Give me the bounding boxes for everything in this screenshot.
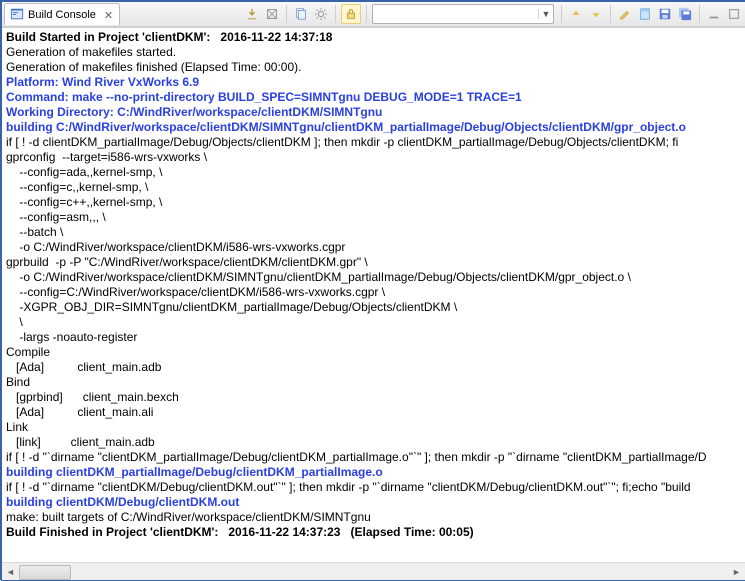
console-line: gprbuild -p -P "C:/WindRiver/workspace/c… <box>6 255 745 270</box>
settings-button[interactable] <box>312 5 330 23</box>
console-line: -largs -noauto-register <box>6 330 745 345</box>
console-line: if [ ! -d "`dirname "clientDKM/Debug/cli… <box>6 480 745 495</box>
console-line: -o C:/WindRiver/workspace/clientDKM/SIMN… <box>6 270 745 285</box>
console-line: [Ada] client_main.ali <box>6 405 745 420</box>
maximize-view-button[interactable] <box>725 5 743 23</box>
edit-button[interactable] <box>616 5 634 23</box>
console-line: if [ ! -d "`dirname "clientDKM_partialIm… <box>6 450 745 465</box>
copy-log-button[interactable] <box>292 5 310 23</box>
console-line: [Ada] client_main.adb <box>6 360 745 375</box>
console-line: --config=c,,kernel-smp, \ <box>6 180 745 195</box>
separator <box>366 5 367 23</box>
console-line: Working Directory: C:/WindRiver/workspac… <box>6 105 745 120</box>
console-icon <box>10 7 24 24</box>
separator <box>335 5 336 23</box>
minimize-view-button[interactable] <box>705 5 723 23</box>
console-line: Generation of makefiles started. <box>6 45 745 60</box>
console-line: make: built targets of C:/WindRiver/work… <box>6 510 745 525</box>
console-line: building clientDKM/Debug/clientDKM.out <box>6 495 745 510</box>
save-button[interactable] <box>656 5 674 23</box>
tab-build-console[interactable]: Build Console ✕ <box>4 3 120 25</box>
console-line: -XGPR_OBJ_DIR=SIMNTgnu/clientDKM_partial… <box>6 300 745 315</box>
clear-console-button[interactable] <box>263 5 281 23</box>
view-toolbar: Build Console ✕ ▼ <box>2 2 745 27</box>
console-line: Link <box>6 420 745 435</box>
console-line: Bind <box>6 375 745 390</box>
console-line: [gprbind] client_main.bexch <box>6 390 745 405</box>
up-button[interactable] <box>567 5 585 23</box>
console-selector-dropdown[interactable]: ▼ <box>372 4 554 24</box>
console-line: Build Started in Project 'clientDKM': 20… <box>6 30 745 45</box>
console-line: --config=ada,,kernel-smp, \ <box>6 165 745 180</box>
separator <box>699 5 700 23</box>
console-line: --config=asm,,, \ <box>6 210 745 225</box>
console-line: --config=c++,,kernel-smp, \ <box>6 195 745 210</box>
console-line: -o C:/WindRiver/workspace/clientDKM/i586… <box>6 240 745 255</box>
scroll-thumb[interactable] <box>19 565 71 580</box>
export-log-button[interactable] <box>243 5 261 23</box>
console-line: [link] client_main.adb <box>6 435 745 450</box>
scroll-lock-button[interactable] <box>341 4 361 24</box>
bookmark-button[interactable] <box>636 5 654 23</box>
scroll-right-button[interactable]: ► <box>728 564 745 579</box>
console-line: Build Finished in Project 'clientDKM': 2… <box>6 525 745 540</box>
console-line: Platform: Wind River VxWorks 6.9 <box>6 75 745 90</box>
horizontal-scrollbar[interactable]: ◄ ► <box>2 562 745 580</box>
console-line: Generation of makefiles finished (Elapse… <box>6 60 745 75</box>
console-line: --config=C:/WindRiver/workspace/clientDK… <box>6 285 745 300</box>
console-line: Compile <box>6 345 745 360</box>
scroll-track[interactable] <box>19 564 728 579</box>
save-all-button[interactable] <box>676 5 694 23</box>
console-line: Command: make --no-print-directory BUILD… <box>6 90 745 105</box>
separator <box>286 5 287 23</box>
console-line: --batch \ <box>6 225 745 240</box>
separator <box>561 5 562 23</box>
separator <box>610 5 611 23</box>
console-text[interactable]: Build Started in Project 'clientDKM': 20… <box>2 28 745 555</box>
console-line: \ <box>6 315 745 330</box>
console-output: Build Started in Project 'clientDKM': 20… <box>2 27 745 580</box>
down-button[interactable] <box>587 5 605 23</box>
console-line: gprconfig --target=i586-wrs-vxworks \ <box>6 150 745 165</box>
console-line <box>6 540 745 555</box>
console-line: if [ ! -d clientDKM_partialImage/Debug/O… <box>6 135 745 150</box>
console-line: building clientDKM_partialImage/Debug/cl… <box>6 465 745 480</box>
scroll-left-button[interactable]: ◄ <box>2 564 19 579</box>
tab-label: Build Console <box>28 9 96 21</box>
close-icon[interactable]: ✕ <box>104 9 113 22</box>
console-line: building C:/WindRiver/workspace/clientDK… <box>6 120 745 135</box>
chevron-down-icon: ▼ <box>538 9 553 19</box>
